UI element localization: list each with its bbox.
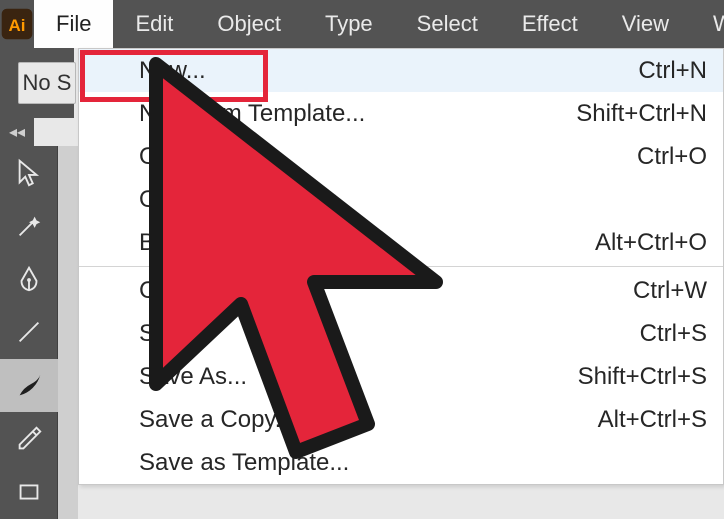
menu-object-label: Object [217, 11, 281, 37]
menubar: Ai File Edit Object Type Select Effect V… [0, 0, 724, 48]
menu-item-label: Browse in Bridge... [139, 229, 340, 257]
menu-view-label: View [622, 11, 669, 37]
pen-tool-icon [14, 264, 44, 294]
magic-wand-tool[interactable] [0, 199, 58, 252]
selection-tool[interactable] [0, 146, 58, 199]
menu-item-label: Open... [139, 143, 218, 171]
menu-edit[interactable]: Edit [113, 0, 195, 48]
menu-item-shortcut: Alt+Ctrl+O [595, 229, 707, 257]
pencil-tool[interactable] [0, 412, 58, 465]
menu-item-label: Open Recent Files [139, 186, 338, 214]
menu-view[interactable]: View [600, 0, 691, 48]
menu-separator [79, 266, 723, 267]
svg-text:Ai: Ai [8, 16, 25, 35]
menu-item-label: New... [139, 57, 206, 85]
brush-tool-icon [14, 371, 44, 401]
line-tool[interactable] [0, 306, 58, 359]
menu-window-label: Windo [713, 11, 724, 37]
menu-item-save-copy[interactable]: Save a Copy... Alt+Ctrl+S [79, 398, 723, 441]
selection-tool-icon [14, 158, 44, 188]
menu-object[interactable]: Object [195, 0, 303, 48]
menu-item-save-template[interactable]: Save as Template... [79, 441, 723, 484]
menu-item-label: Close [139, 277, 200, 305]
brush-tool[interactable] [0, 359, 58, 412]
pen-tool[interactable] [0, 253, 58, 306]
menu-item-shortcut: Ctrl+O [637, 143, 707, 171]
menu-file[interactable]: File [34, 0, 113, 48]
menu-type-label: Type [325, 11, 373, 37]
menu-item-shortcut: Ctrl+W [633, 277, 707, 305]
menu-edit-label: Edit [135, 11, 173, 37]
menu-item-label: Save as Template... [139, 449, 349, 477]
pencil-tool-icon [14, 424, 44, 454]
menu-select-label: Select [417, 11, 478, 37]
menu-item-shortcut: Ctrl+S [640, 320, 707, 348]
shape-tool[interactable] [0, 466, 58, 519]
menu-item-label: Save [139, 320, 194, 348]
menu-item-label: Save As... [139, 363, 247, 391]
menu-select[interactable]: Select [395, 0, 500, 48]
menu-item-shortcut: Alt+Ctrl+S [598, 406, 707, 434]
menu-item-open[interactable]: Open... Ctrl+O [79, 135, 723, 178]
canvas-gutter [58, 146, 78, 519]
menu-item-new-from-template[interactable]: New from Template... Shift+Ctrl+N [79, 92, 723, 135]
menu-file-label: File [56, 11, 91, 37]
tool-panel [0, 146, 58, 519]
menu-item-close[interactable]: Close Ctrl+W [79, 269, 723, 312]
panel-collapse-icon[interactable]: ◂◂ [0, 118, 34, 146]
menu-item-shortcut: Shift+Ctrl+N [576, 100, 707, 128]
menu-effect[interactable]: Effect [500, 0, 600, 48]
menu-item-browse-bridge[interactable]: Browse in Bridge... Alt+Ctrl+O [79, 221, 723, 264]
menu-item-open-recent[interactable]: Open Recent Files [79, 178, 723, 221]
menu-item-save[interactable]: Save Ctrl+S [79, 312, 723, 355]
menu-item-label: New from Template... [139, 100, 365, 128]
no-selection-chip[interactable]: No S [18, 62, 76, 104]
menu-item-shortcut: Shift+Ctrl+S [578, 363, 707, 391]
menu-item-save-as[interactable]: Save As... Shift+Ctrl+S [79, 355, 723, 398]
no-selection-label: No S [23, 70, 72, 96]
line-tool-icon [14, 317, 44, 347]
file-menu-dropdown: New... Ctrl+N New from Template... Shift… [78, 48, 724, 485]
menu-item-shortcut: Ctrl+N [638, 57, 707, 85]
menu-effect-label: Effect [522, 11, 578, 37]
menu-item-label: Save a Copy... [139, 406, 295, 434]
app-root: Ai File Edit Object Type Select Effect V… [0, 0, 724, 519]
app-logo-icon: Ai [0, 0, 34, 48]
menu-type[interactable]: Type [303, 0, 395, 48]
menu-item-new[interactable]: New... Ctrl+N [79, 49, 723, 92]
shape-tool-icon [14, 477, 44, 507]
magic-wand-icon [14, 211, 44, 241]
menu-window[interactable]: Windo [691, 0, 724, 48]
